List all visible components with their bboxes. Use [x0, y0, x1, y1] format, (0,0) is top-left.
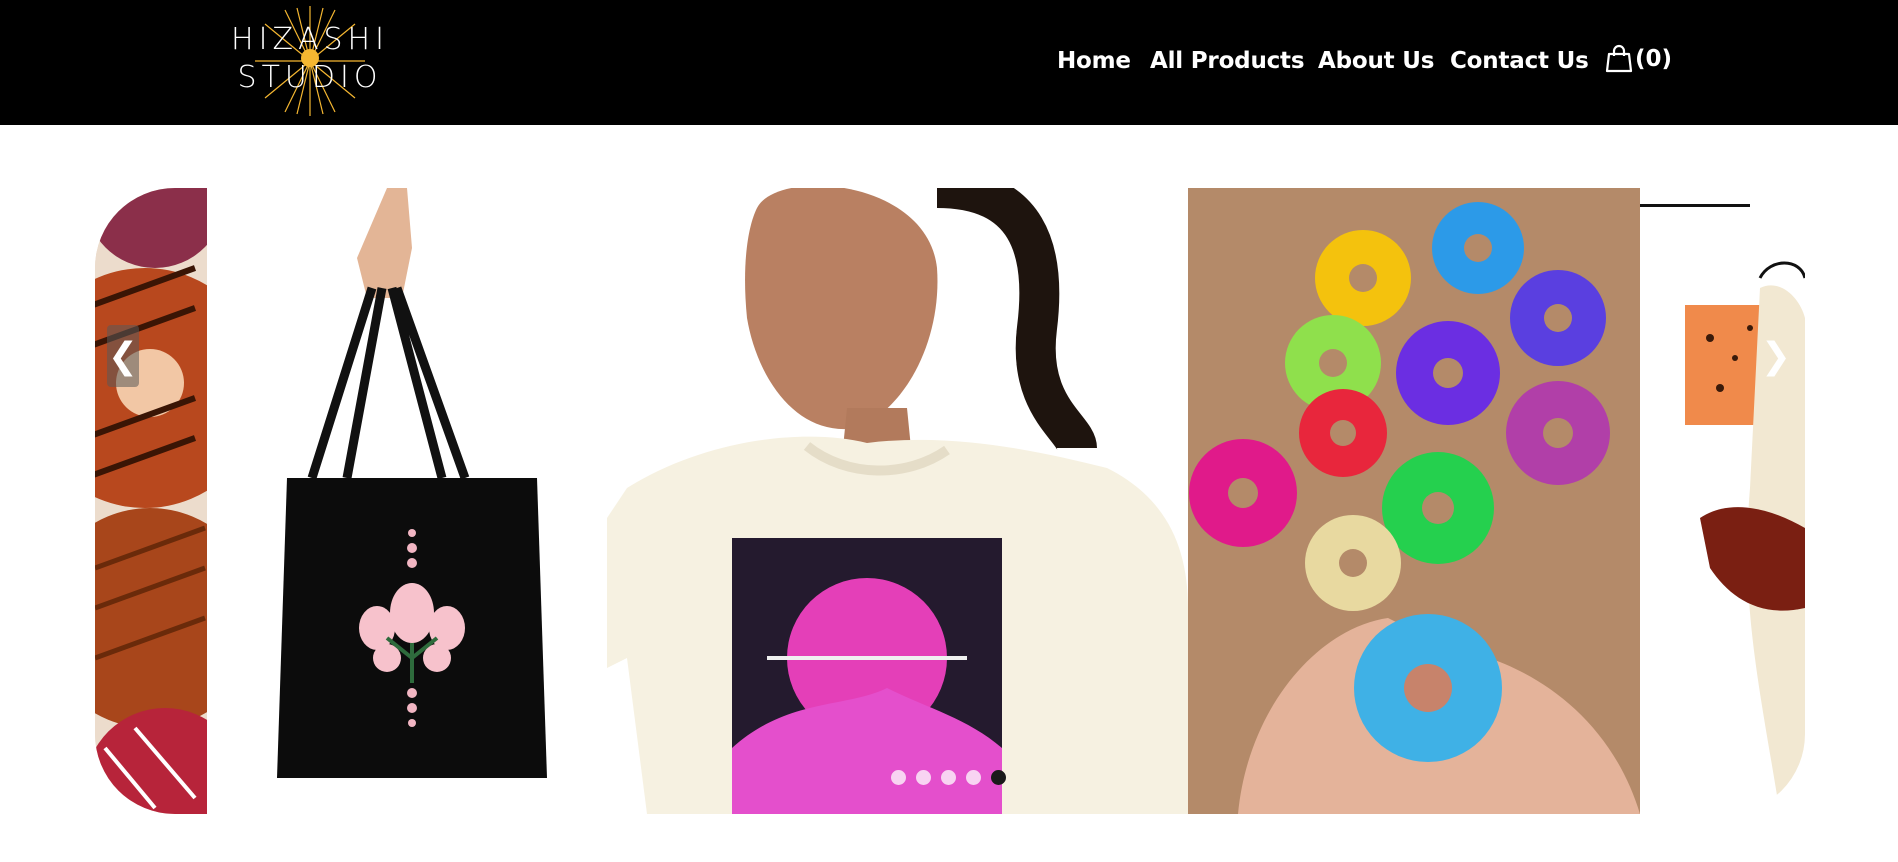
- carousel-dot-4[interactable]: [966, 770, 981, 785]
- product-carousel[interactable]: [95, 188, 1805, 814]
- cart-count: (0): [1635, 46, 1673, 72]
- shopping-bag-icon: [1605, 44, 1633, 73]
- nav-contact-us[interactable]: Contact Us: [1450, 48, 1589, 74]
- carousel-dot-1[interactable]: [891, 770, 906, 785]
- site-header: HIZASHI STUDIO Home All Products About U…: [0, 0, 1898, 125]
- logo-text-hizashi: HIZASHI: [231, 22, 389, 57]
- tote-bag-image: [207, 188, 607, 814]
- character-illustration-image: [1640, 188, 1805, 814]
- carousel-pagination: [891, 770, 1006, 785]
- slide-donut-illustration: [95, 188, 207, 814]
- logo-text-studio: STUDIO: [237, 60, 383, 95]
- slide-spacewoman-tshirt: [607, 188, 1188, 814]
- nav-home[interactable]: Home: [1057, 48, 1131, 74]
- spacewoman-tshirt-image: [607, 188, 1188, 814]
- carousel-dot-3[interactable]: [941, 770, 956, 785]
- carousel-prev-button[interactable]: ❮: [107, 325, 139, 387]
- brand-logo[interactable]: HIZASHI STUDIO: [225, 6, 395, 116]
- donut-plushies-image: [1188, 188, 1640, 814]
- slide-tote-bag: [207, 188, 607, 814]
- cart-button[interactable]: (0): [1605, 44, 1672, 74]
- nav-about-us[interactable]: About Us: [1318, 48, 1434, 74]
- slide-character-illustration: [1640, 188, 1805, 814]
- slide-donut-plushies: [1188, 188, 1640, 814]
- nav-all-products[interactable]: All Products: [1150, 48, 1305, 74]
- carousel-next-button[interactable]: ❯: [1760, 325, 1792, 387]
- carousel-dot-2[interactable]: [916, 770, 931, 785]
- carousel-dot-5[interactable]: [991, 770, 1006, 785]
- donut-illustration-image: [95, 188, 207, 814]
